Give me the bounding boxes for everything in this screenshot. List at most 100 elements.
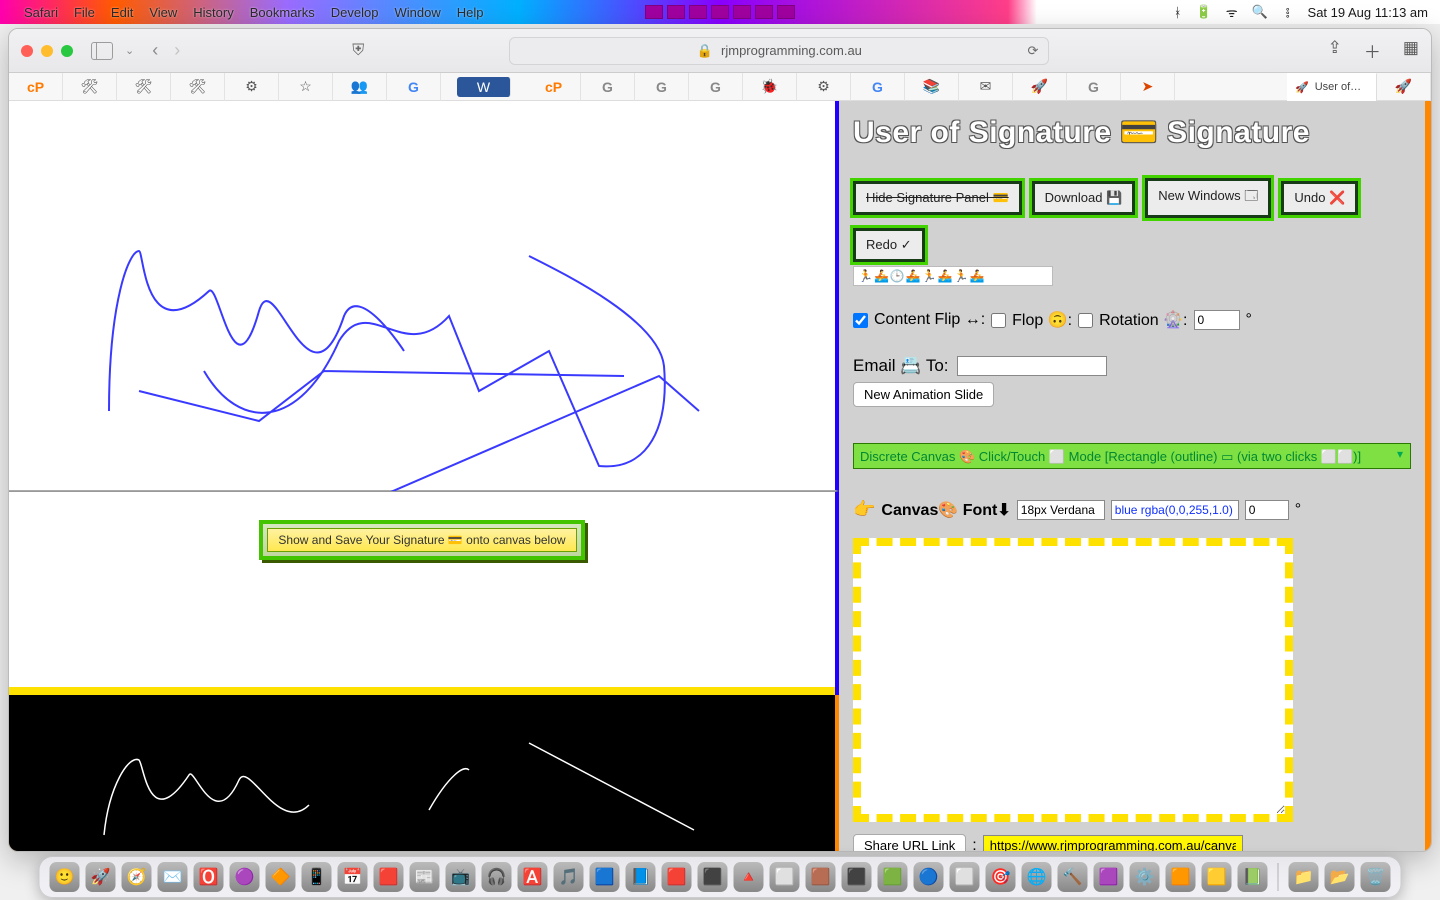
share-url-button[interactable]: Share URL Link bbox=[853, 834, 966, 851]
yellow-dashed-textarea[interactable] bbox=[853, 538, 1293, 822]
menu-help[interactable]: Help bbox=[457, 5, 484, 20]
font-input[interactable] bbox=[1017, 500, 1105, 520]
fav-word[interactable]: W bbox=[457, 77, 511, 97]
dock-calendar-icon[interactable]: 📅 bbox=[338, 862, 368, 892]
dock-finder-icon[interactable]: 🙂 bbox=[50, 862, 80, 892]
fav-people[interactable]: 👥 bbox=[333, 73, 387, 101]
battery-icon[interactable]: 🔋 bbox=[1196, 4, 1212, 20]
fav-rocket1[interactable]: 🚀 bbox=[1013, 73, 1067, 101]
dock-app3-icon[interactable]: 📱 bbox=[302, 862, 332, 892]
fav-star[interactable]: ☆ bbox=[279, 73, 333, 101]
fav-pma2[interactable]: 🛠 bbox=[117, 73, 171, 101]
fav-g2[interactable]: G bbox=[581, 73, 635, 101]
dock-music-icon[interactable]: 🎵 bbox=[554, 862, 584, 892]
dock-launchpad-icon[interactable]: 🚀 bbox=[86, 862, 116, 892]
dock-filezilla-icon[interactable]: 🟥 bbox=[662, 862, 692, 892]
dock-appstore-icon[interactable]: 🅰️ bbox=[518, 862, 548, 892]
menu-file[interactable]: File bbox=[74, 5, 95, 20]
dock-folder-icon[interactable]: 📂 bbox=[1325, 862, 1355, 892]
control-center-icon[interactable]: 𐄛 bbox=[1282, 3, 1294, 21]
dock-app16-icon[interactable]: 🟧 bbox=[1166, 862, 1196, 892]
minimize-window-icon[interactable] bbox=[41, 45, 53, 57]
new-windows-button[interactable]: New Windows 🗔 bbox=[1145, 178, 1271, 218]
menu-view[interactable]: View bbox=[149, 5, 177, 20]
rotation-checkbox[interactable] bbox=[1078, 313, 1093, 328]
dock-app2-icon[interactable]: 🔶 bbox=[266, 862, 296, 892]
share-icon[interactable]: ⇪ bbox=[1328, 38, 1342, 63]
dock-downloads-icon[interactable]: 📁 bbox=[1289, 862, 1319, 892]
dock-app17-icon[interactable]: 🟨 bbox=[1202, 862, 1232, 892]
dock-tv-icon[interactable]: 📺 bbox=[446, 862, 476, 892]
dock-app4-icon[interactable]: 🟥 bbox=[374, 862, 404, 892]
fav-cp2[interactable]: cP bbox=[527, 73, 581, 101]
address-bar[interactable]: 🔒 rjmprogramming.com.au ⟳ bbox=[509, 37, 1049, 65]
fav-bug[interactable]: 🐞 bbox=[743, 73, 797, 101]
window-traffic-lights[interactable] bbox=[21, 45, 73, 57]
email-input[interactable] bbox=[957, 356, 1107, 376]
menu-history[interactable]: History bbox=[193, 5, 233, 20]
dock-word-icon[interactable]: 📘 bbox=[626, 862, 656, 892]
dock-mail-icon[interactable]: ✉️ bbox=[158, 862, 188, 892]
wifi-icon[interactable]: ᯤ bbox=[1226, 3, 1238, 21]
menu-bookmarks[interactable]: Bookmarks bbox=[250, 5, 315, 20]
forward-button-icon[interactable]: › bbox=[174, 40, 180, 61]
dock-app18-icon[interactable]: 📗 bbox=[1238, 862, 1268, 892]
dock-xcode-icon[interactable]: 🔨 bbox=[1058, 862, 1088, 892]
content-flip-checkbox[interactable] bbox=[853, 313, 868, 328]
dock-app8-icon[interactable]: ⬜ bbox=[770, 862, 800, 892]
sidebar-toggle-icon[interactable] bbox=[91, 42, 113, 60]
tab-overview-icon[interactable]: ▦ bbox=[1403, 38, 1419, 63]
toolbar-chevron-down-icon[interactable]: ⌄ bbox=[125, 44, 134, 57]
tab-other[interactable]: 🚀 bbox=[1377, 73, 1431, 101]
fav-g4[interactable]: G bbox=[689, 73, 743, 101]
share-url-input[interactable] bbox=[983, 835, 1243, 852]
fav-g5[interactable]: G bbox=[851, 73, 905, 101]
fav-pma3[interactable]: 🛠 bbox=[171, 73, 225, 101]
reload-icon[interactable]: ⟳ bbox=[1027, 43, 1038, 59]
dock-app11-icon[interactable]: 🟩 bbox=[878, 862, 908, 892]
back-button-icon[interactable]: ‹ bbox=[152, 40, 158, 61]
undo-button[interactable]: Undo ❌ bbox=[1281, 181, 1358, 215]
fav-wp[interactable]: ⚙ bbox=[225, 73, 279, 101]
fav-gmail[interactable]: ✉ bbox=[959, 73, 1013, 101]
fav-gear[interactable]: ⚙ bbox=[797, 73, 851, 101]
fav-g6[interactable]: G bbox=[1067, 73, 1121, 101]
fav-g3[interactable]: G bbox=[635, 73, 689, 101]
menu-window[interactable]: Window bbox=[394, 5, 440, 20]
dock-app9-icon[interactable]: 🟫 bbox=[806, 862, 836, 892]
privacy-shield-icon[interactable]: ⛨ bbox=[352, 42, 364, 60]
fav-pin[interactable]: ➤ bbox=[1121, 73, 1175, 101]
dock-app14-icon[interactable]: 🎯 bbox=[986, 862, 1016, 892]
fav-cp[interactable]: cP bbox=[9, 73, 63, 101]
dock-app10-icon[interactable]: ⬛ bbox=[842, 862, 872, 892]
dock-prefs-icon[interactable]: ⚙️ bbox=[1130, 862, 1160, 892]
dock-chrome-icon[interactable]: 🌐 bbox=[1022, 862, 1052, 892]
zoom-window-icon[interactable] bbox=[61, 45, 73, 57]
bluetooth-icon[interactable]: ᚼ bbox=[1174, 5, 1182, 20]
redo-button[interactable]: Redo ✓ bbox=[853, 228, 925, 262]
result-canvas[interactable] bbox=[9, 695, 839, 852]
fav-pma1[interactable]: 🛠 bbox=[63, 73, 117, 101]
menubar-clock[interactable]: Sat 19 Aug 11:13 am bbox=[1308, 5, 1428, 20]
dock-trash-icon[interactable]: 🗑️ bbox=[1361, 862, 1391, 892]
dock-app15-icon[interactable]: 🟪 bbox=[1094, 862, 1124, 892]
flop-checkbox[interactable] bbox=[991, 313, 1006, 328]
dock-app5-icon[interactable]: 🎧 bbox=[482, 862, 512, 892]
spotlight-icon[interactable]: 🔍 bbox=[1252, 4, 1268, 20]
download-button[interactable]: Download 💾 bbox=[1032, 181, 1136, 215]
menu-app[interactable]: Safari bbox=[24, 5, 58, 20]
canvas-mode-select[interactable]: Discrete Canvas 🎨 Click/Touch ⬜ Mode [Re… bbox=[853, 443, 1411, 469]
mac-dock[interactable]: 🙂 🚀 🧭 ✉️ 🅾️ 🟣 🔶 📱 📅 🟥 📰 📺 🎧 🅰️ 🎵 🟦 📘 🟥 ⬛… bbox=[39, 856, 1402, 898]
new-animation-slide-button[interactable]: New Animation Slide bbox=[853, 382, 994, 407]
dock-news-icon[interactable]: 📰 bbox=[410, 862, 440, 892]
dock-safari-icon[interactable]: 🧭 bbox=[122, 862, 152, 892]
dock-app13-icon[interactable]: ⬜ bbox=[950, 862, 980, 892]
menu-develop[interactable]: Develop bbox=[331, 5, 379, 20]
dock-terminal-icon[interactable]: ⬛ bbox=[698, 862, 728, 892]
fav-google1[interactable]: G bbox=[387, 73, 441, 101]
save-signature-button[interactable]: Show and Save Your Signature 💳 onto canv… bbox=[267, 528, 576, 552]
new-tab-icon[interactable]: ＋ bbox=[1364, 38, 1381, 63]
font-angle-input[interactable] bbox=[1245, 500, 1289, 520]
rotation-input[interactable] bbox=[1194, 310, 1240, 330]
hide-signature-panel-button[interactable]: Hide Signature Panel 💳 bbox=[853, 181, 1022, 215]
